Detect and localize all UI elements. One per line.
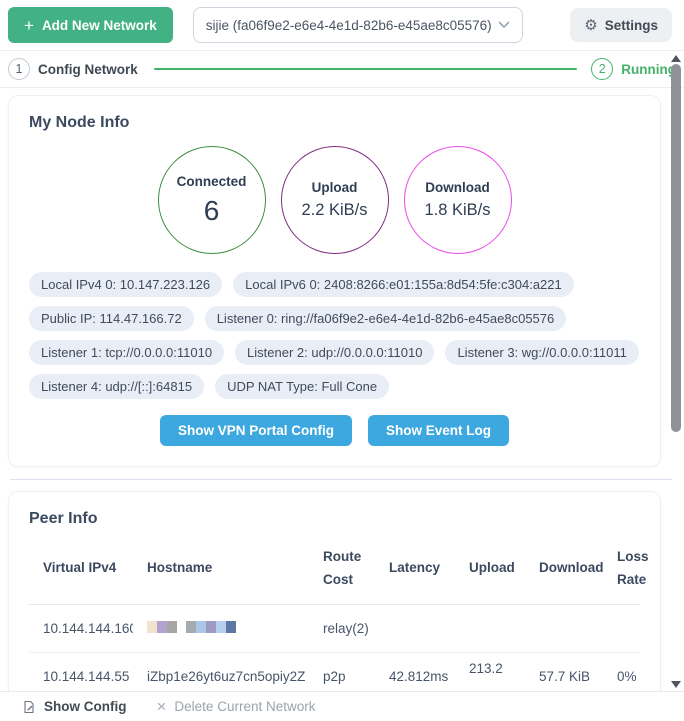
tag-public-ip: Public IP: 114.47.166.72 <box>29 306 194 331</box>
my-node-info-card: My Node Info Connected 6 Upload 2.2 KiB/… <box>8 95 661 467</box>
tag-udp-nat-type: UDP NAT Type: Full Cone <box>215 374 389 399</box>
stepper-connector-line <box>154 68 578 70</box>
connected-value: 6 <box>204 195 220 227</box>
cell-download <box>525 604 603 652</box>
file-edit-icon <box>22 700 36 714</box>
peer-table-row: 10.144.144.160 relay(2) <box>29 604 640 652</box>
col-virtual-ipv4: Virtual IPv4 <box>29 534 133 604</box>
bottom-toolbar: Show Config × Delete Current Network <box>0 691 684 721</box>
gear-icon: ⚙ <box>584 16 597 34</box>
show-event-log-button[interactable]: Show Event Log <box>368 415 509 446</box>
scroll-up-arrow-icon[interactable] <box>671 55 681 62</box>
settings-label: Settings <box>605 18 658 33</box>
tag-local-ipv6: Local IPv6 0: 2408:8266:e01:155a:8d54:5f… <box>233 272 574 297</box>
cell-upload: 213.2 <box>455 652 525 691</box>
cell-hostname: iZbp1e26yt6uz7cn5opiy2Z <box>133 652 309 691</box>
node-actions: Show VPN Portal Config Show Event Log <box>29 415 640 446</box>
show-config-label: Show Config <box>44 699 126 714</box>
redacted-hostname-blocks <box>147 621 177 633</box>
upload-label: Upload <box>312 180 358 195</box>
col-upload: Upload <box>455 534 525 604</box>
settings-button[interactable]: ⚙ Settings <box>570 8 672 42</box>
step-1-label: Config Network <box>38 62 138 77</box>
network-select-value: sijie (fa06f9e2-e6e4-4e1d-82b6-e45ae8c05… <box>206 18 498 33</box>
download-value: 1.8 KiB/s <box>424 201 490 220</box>
col-route-cost: Route Cost <box>309 534 375 604</box>
network-select[interactable]: sijie (fa06f9e2-e6e4-4e1d-82b6-e45ae8c05… <box>193 7 523 43</box>
cell-route-cost: p2p <box>309 652 375 691</box>
node-info-title: My Node Info <box>29 114 640 132</box>
scroll-content: My Node Info Connected 6 Upload 2.2 KiB/… <box>0 88 684 691</box>
peer-info-card: Peer Info Virtual IPv4 Hostname Route Co… <box>8 491 661 691</box>
cell-hostname-redacted <box>133 604 309 652</box>
peer-table-header-row: Virtual IPv4 Hostname Route Cost Latency… <box>29 534 640 604</box>
peer-info-title: Peer Info <box>29 510 640 528</box>
tag-listener-2: Listener 2: udp://0.0.0.0:11010 <box>235 340 434 365</box>
scrollbar-thumb[interactable] <box>671 64 681 432</box>
upload-stat-circle: Upload 2.2 KiB/s <box>281 146 389 254</box>
node-tags: Local IPv4 0: 10.147.223.126 Local IPv6 … <box>29 272 640 399</box>
cell-download: 57.7 KiB <box>525 652 603 691</box>
wizard-stepper: 1 Config Network 2 Running <box>0 51 684 88</box>
section-divider <box>10 479 672 480</box>
tag-listener-4: Listener 4: udp://[::]:64815 <box>29 374 204 399</box>
vertical-scrollbar <box>668 52 684 691</box>
tag-listener-3: Listener 3: wg://0.0.0.0:11011 <box>445 340 638 365</box>
cell-loss-rate: 0% <box>603 652 640 691</box>
cell-virtual-ipv4: 10.144.144.55 <box>29 652 133 691</box>
cell-latency <box>375 604 455 652</box>
peer-table-row: 10.144.144.55 iZbp1e26yt6uz7cn5opiy2Z p2… <box>29 652 640 691</box>
connected-label: Connected <box>177 174 247 189</box>
scroll-down-arrow-icon[interactable] <box>671 681 681 688</box>
close-icon: × <box>156 698 166 715</box>
top-toolbar: + Add New Network sijie (fa06f9e2-e6e4-4… <box>0 0 684 51</box>
step-2-circle: 2 <box>591 58 613 80</box>
delete-current-network-button[interactable]: × Delete Current Network <box>156 698 315 715</box>
step-config-network: 1 Config Network <box>8 58 138 80</box>
step-running: 2 Running <box>591 58 676 80</box>
show-vpn-portal-config-button[interactable]: Show VPN Portal Config <box>160 415 352 446</box>
tag-listener-0: Listener 0: ring://fa06f9e2-e6e4-4e1d-82… <box>205 306 567 331</box>
peer-table: Virtual IPv4 Hostname Route Cost Latency… <box>29 534 640 691</box>
delete-network-label: Delete Current Network <box>174 699 315 714</box>
cell-upload <box>455 604 525 652</box>
step-1-circle: 1 <box>8 58 30 80</box>
cell-loss-rate <box>603 604 640 652</box>
add-new-network-label: Add New Network <box>42 18 157 33</box>
redacted-hostname-blocks <box>186 621 236 633</box>
chevron-down-icon <box>498 21 510 29</box>
download-stat-circle: Download 1.8 KiB/s <box>404 146 512 254</box>
cell-route-cost: relay(2) <box>309 604 375 652</box>
col-loss-rate: Loss Rate <box>603 534 640 604</box>
col-download: Download <box>525 534 603 604</box>
add-new-network-button[interactable]: + Add New Network <box>8 7 173 43</box>
upload-value: 2.2 KiB/s <box>301 201 367 220</box>
node-stats-row: Connected 6 Upload 2.2 KiB/s Download 1.… <box>29 146 640 254</box>
cell-latency: 42.812ms <box>375 652 455 691</box>
tag-local-ipv4: Local IPv4 0: 10.147.223.126 <box>29 272 222 297</box>
plus-icon: + <box>24 17 34 34</box>
col-latency: Latency <box>375 534 455 604</box>
cell-virtual-ipv4: 10.144.144.160 <box>29 604 133 652</box>
download-label: Download <box>425 180 490 195</box>
show-config-button[interactable]: Show Config <box>22 699 126 714</box>
col-hostname: Hostname <box>133 534 309 604</box>
tag-listener-1: Listener 1: tcp://0.0.0.0:11010 <box>29 340 224 365</box>
connected-stat-circle: Connected 6 <box>158 146 266 254</box>
